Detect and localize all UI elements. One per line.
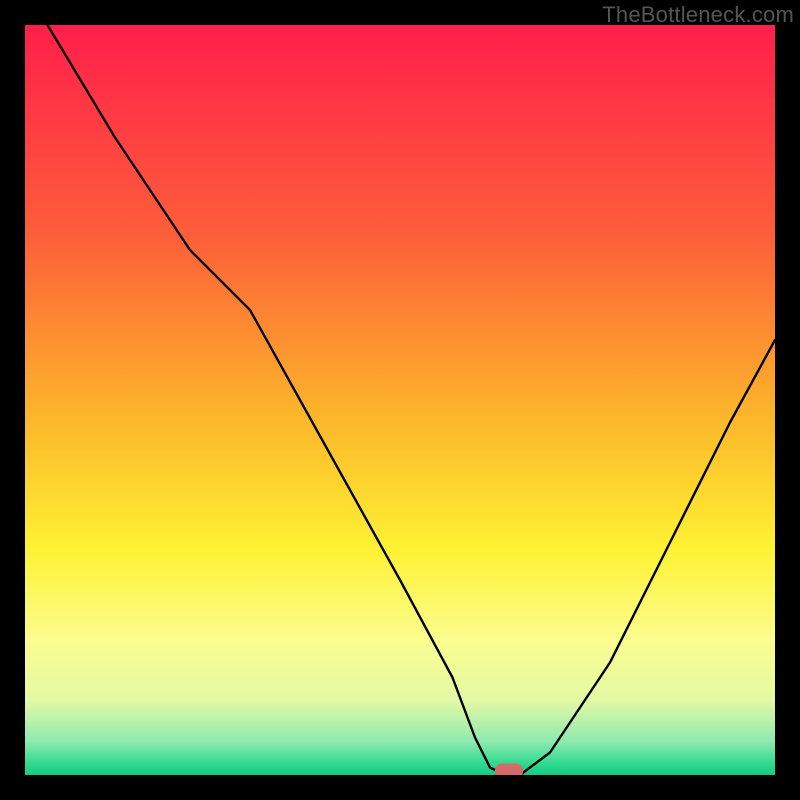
background-gradient bbox=[25, 25, 775, 775]
plot-area bbox=[25, 25, 775, 775]
watermark-text: TheBottleneck.com bbox=[602, 2, 794, 28]
chart-frame: TheBottleneck.com bbox=[0, 0, 800, 800]
